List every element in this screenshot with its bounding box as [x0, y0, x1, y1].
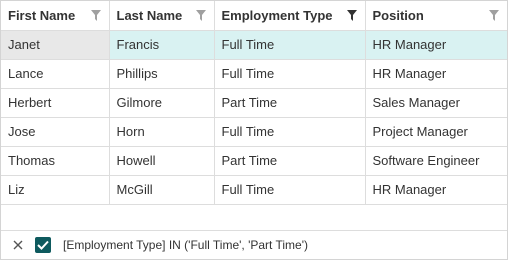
funnel-icon[interactable]	[488, 9, 500, 22]
cell-employment-type[interactable]: Part Time	[214, 88, 366, 118]
cell-position[interactable]: Project Manager	[365, 117, 507, 147]
cell-first-name[interactable]: Lance	[1, 59, 110, 89]
column-header-label: Employment Type	[221, 7, 333, 23]
table-row[interactable]: Lance Phillips Full Time HR Manager	[1, 59, 507, 89]
funnel-icon[interactable]	[90, 9, 102, 22]
table-row[interactable]: Liz McGill Full Time HR Manager	[1, 175, 507, 205]
cell-employment-type[interactable]: Full Time	[214, 30, 366, 60]
cell-position[interactable]: HR Manager	[365, 59, 507, 89]
column-header-label: Position	[372, 7, 424, 23]
cell-last-name[interactable]: Francis	[109, 30, 215, 60]
filter-panel: [Employment Type] IN ('Full Time', 'Part…	[1, 230, 507, 259]
cell-last-name[interactable]: Phillips	[109, 59, 215, 89]
table-row[interactable]: Janet Francis Full Time HR Manager	[1, 30, 507, 60]
grid-table: First Name Last Name Employment Type Pos…	[1, 1, 507, 205]
column-header-position[interactable]: Position	[365, 1, 507, 31]
funnel-icon[interactable]	[195, 9, 207, 22]
cell-first-name[interactable]: Jose	[1, 117, 110, 147]
cell-first-name[interactable]: Herbert	[1, 88, 110, 118]
cell-last-name[interactable]: Horn	[109, 117, 215, 147]
funnel-icon[interactable]	[346, 9, 358, 22]
table-row[interactable]: Thomas Howell Part Time Software Enginee…	[1, 146, 507, 176]
filter-expression-link[interactable]: [Employment Type] IN ('Full Time', 'Part…	[63, 238, 308, 252]
cell-first-name[interactable]: Thomas	[1, 146, 110, 176]
cell-employment-type[interactable]: Part Time	[214, 146, 366, 176]
cell-position[interactable]: Software Engineer	[365, 146, 507, 176]
column-header-last-name[interactable]: Last Name	[109, 1, 215, 31]
checkmark-icon	[37, 240, 49, 250]
cell-last-name[interactable]: Howell	[109, 146, 215, 176]
filter-enabled-checkbox[interactable]	[35, 237, 51, 253]
column-header-label: First Name	[8, 7, 76, 23]
cell-position[interactable]: HR Manager	[365, 30, 507, 60]
cell-position[interactable]: Sales Manager	[365, 88, 507, 118]
cell-employment-type[interactable]: Full Time	[214, 175, 366, 205]
cell-employment-type[interactable]: Full Time	[214, 59, 366, 89]
column-header-first-name[interactable]: First Name	[1, 1, 110, 31]
column-header-label: Last Name	[116, 7, 183, 23]
cell-employment-type[interactable]: Full Time	[214, 117, 366, 147]
cell-first-name[interactable]: Liz	[1, 175, 110, 205]
cell-last-name[interactable]: McGill	[109, 175, 215, 205]
header-row: First Name Last Name Employment Type Pos…	[1, 1, 507, 31]
cell-last-name[interactable]: Gilmore	[109, 88, 215, 118]
table-row[interactable]: Herbert Gilmore Part Time Sales Manager	[1, 88, 507, 118]
table-row[interactable]: Jose Horn Full Time Project Manager	[1, 117, 507, 147]
cell-position[interactable]: HR Manager	[365, 175, 507, 205]
column-header-employment-type[interactable]: Employment Type	[214, 1, 366, 31]
data-grid: First Name Last Name Employment Type Pos…	[0, 0, 508, 260]
cell-first-name[interactable]: Janet	[1, 30, 110, 60]
close-icon[interactable]	[11, 238, 25, 252]
